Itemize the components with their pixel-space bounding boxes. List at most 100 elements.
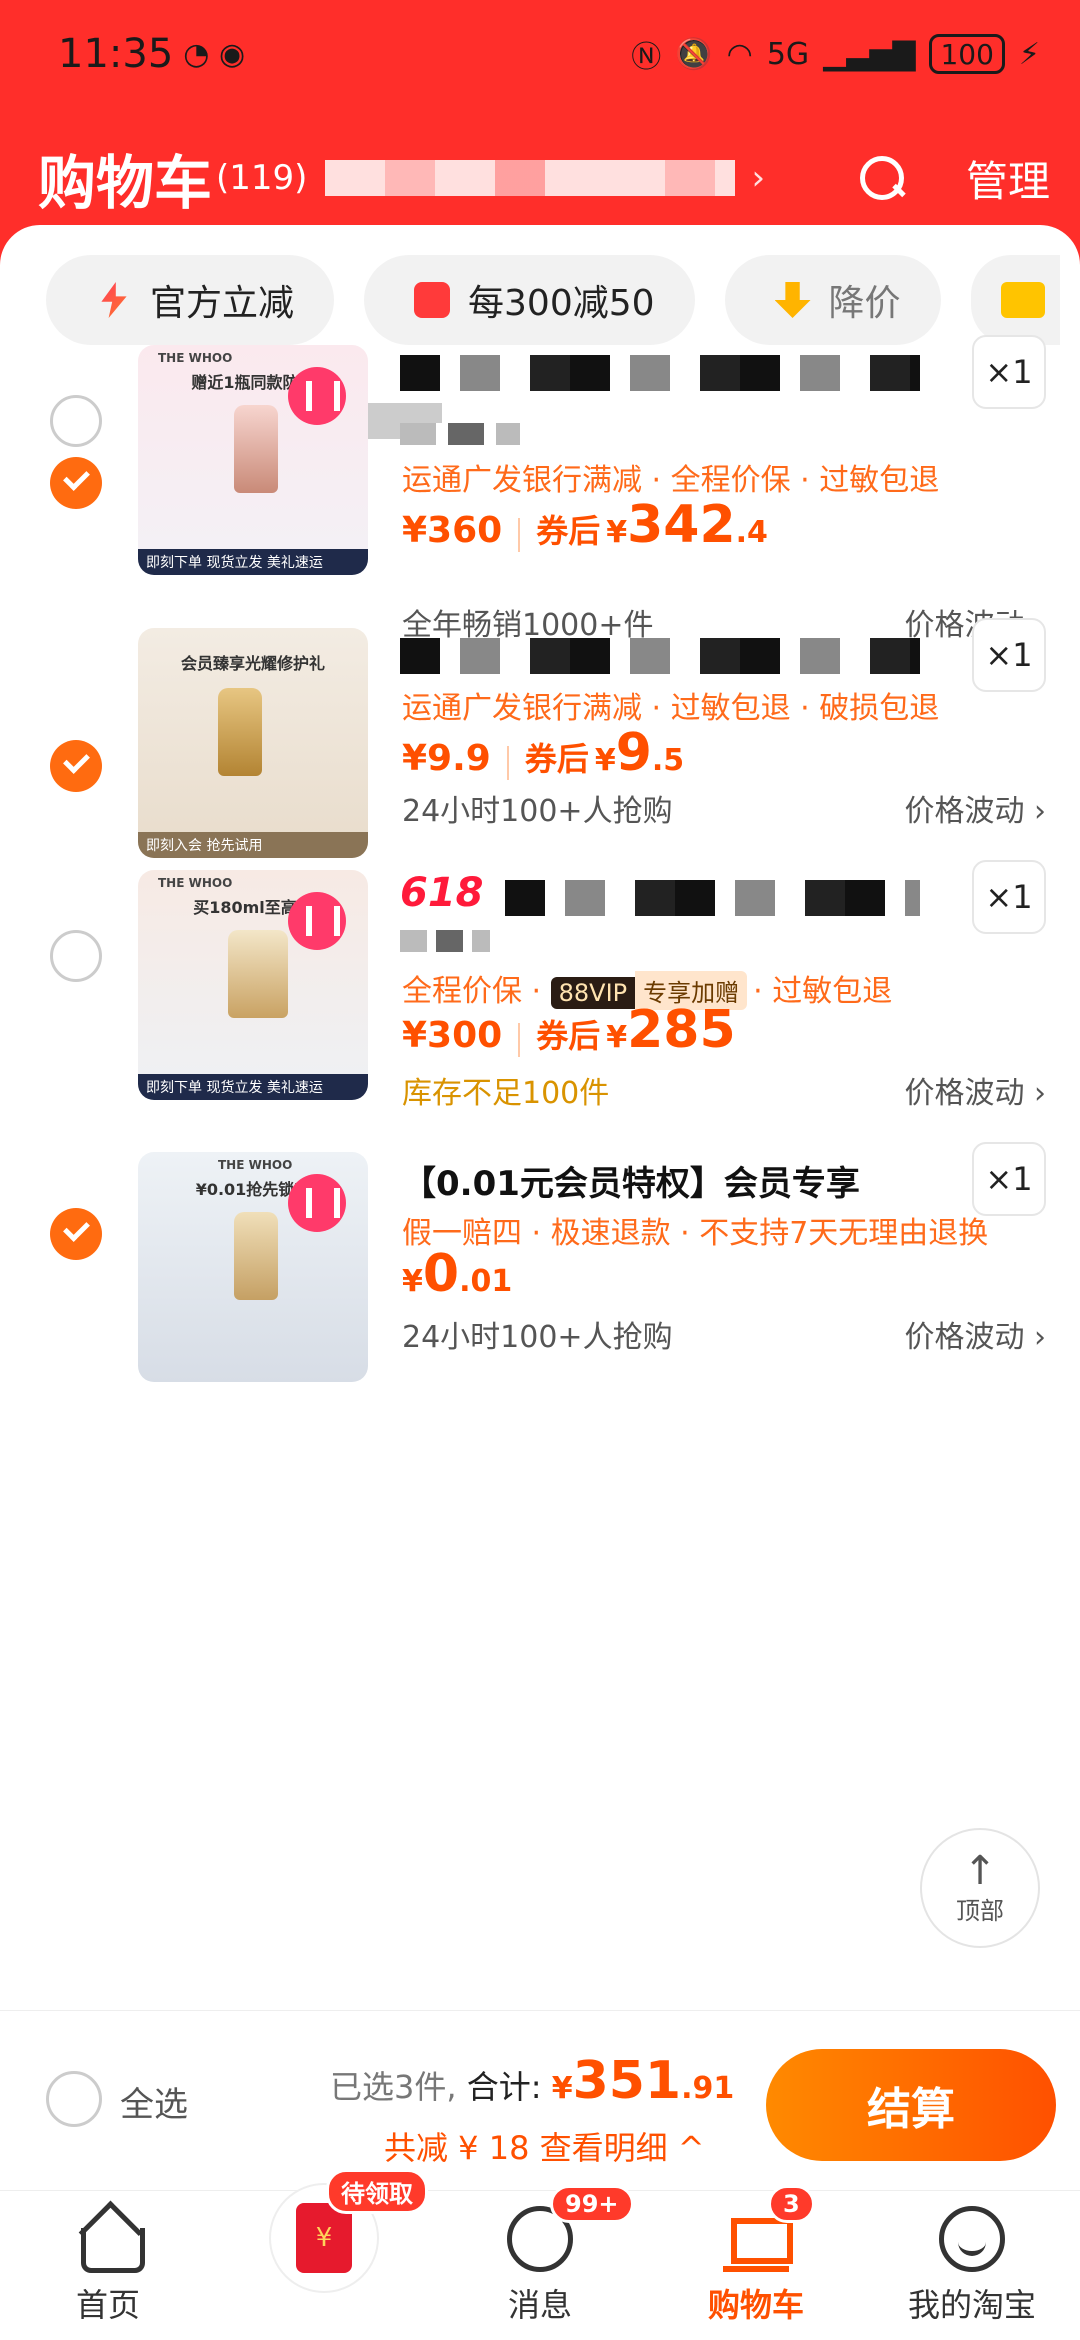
checkout-button[interactable]: 结算 — [766, 2049, 1056, 2161]
chip-label: 降价 — [828, 283, 901, 324]
after-coupon-label: 券后 — [524, 740, 589, 778]
price-fluctuation-link[interactable]: 价格波动 › — [904, 786, 1046, 830]
lightning-icon — [101, 282, 127, 318]
quantity-selector[interactable]: ×1 — [972, 1142, 1046, 1216]
promo-tag-text: · 过敏包退 — [753, 974, 893, 1009]
tab-label: 消息 — [507, 2286, 572, 2324]
charging-icon: ⚡ — [1018, 36, 1040, 72]
price-row: ¥360 券后 ¥ 342 .4 — [402, 495, 768, 575]
discount-detail-link[interactable]: 共减 ¥ 18 查看明细 ^ — [384, 2123, 705, 2169]
quantity-selector[interactable]: ×1 — [972, 860, 1046, 934]
after-price-int: 9 — [615, 723, 652, 783]
thumb-strip: 即刻下单 现货立发 美礼速运 — [138, 1074, 368, 1100]
quantity-selector[interactable]: ×1 — [972, 618, 1046, 692]
live-badge-icon — [288, 892, 346, 950]
selected-count: 已选3件, — [330, 2068, 457, 2106]
tab-my-taobao[interactable]: 我的淘宝 — [864, 2191, 1080, 2340]
status-time: 11:35 — [58, 31, 174, 77]
manage-button[interactable]: 管理 — [966, 148, 1050, 209]
tab-label: 首页 — [75, 2286, 140, 2324]
product-image[interactable]: THE WHOO ¥0.01抢先锁定 — [138, 1152, 368, 1382]
product-sku-redacted[interactable] — [400, 423, 520, 445]
product-name-redacted[interactable] — [505, 880, 920, 916]
618-badge: 618 — [400, 870, 484, 916]
tab-home[interactable]: 首页 — [0, 2191, 216, 2340]
profile-icon — [939, 2206, 1005, 2272]
address-redacted[interactable] — [325, 160, 736, 196]
search-icon[interactable] — [858, 154, 906, 202]
red-packet-badge: 待领取 — [326, 2169, 428, 2214]
address-chevron[interactable]: › — [751, 158, 765, 198]
message-badge: 99+ — [550, 2185, 634, 2223]
item-checkbox[interactable] — [50, 740, 102, 792]
home-icon — [75, 2206, 145, 2273]
tab-label: 购物车 — [707, 2286, 804, 2324]
original-price: ¥360 — [402, 510, 503, 551]
coupon-icon — [414, 282, 451, 318]
sales-info: 24小时100+人抢购 — [402, 1320, 673, 1355]
chip-folder[interactable] — [970, 255, 1060, 345]
product-sku-redacted[interactable] — [400, 930, 490, 952]
chip-label: 每300减50 — [468, 283, 655, 324]
total-dec: .91 — [681, 2071, 735, 2106]
item-checkbox[interactable] — [50, 1208, 102, 1260]
chip-official-discount[interactable]: 官方立减 — [46, 255, 335, 345]
total-int: 351 — [572, 2051, 682, 2111]
tab-cart[interactable]: 3 购物车 — [648, 2185, 864, 2340]
after-price-int: 342 — [627, 495, 736, 555]
checkout-bar: 全选 已选3件, 合计: ¥351.91 共减 ¥ 18 查看明细 ^ 结算 — [0, 2010, 1080, 2190]
nfc-icon: Ⓝ — [631, 40, 662, 75]
select-all-checkbox[interactable] — [46, 2071, 102, 2127]
sales-info: 24小时100+人抢购 — [402, 794, 673, 829]
product-image[interactable]: THE WHOO 买180ml至高享 即刻下单 现货立发 美礼速运 — [138, 870, 368, 1100]
after-price-int: 285 — [627, 1000, 736, 1060]
original-price: ¥9.9 — [402, 738, 491, 779]
wifi-icon: ◠ — [726, 36, 753, 72]
chip-price-drop[interactable]: 降价 — [724, 255, 941, 345]
product-bottle — [218, 688, 262, 776]
price-drop-icon — [774, 282, 811, 318]
chip-coupon[interactable]: 每300减50 — [364, 255, 695, 345]
cart-item-4[interactable]: THE WHOO ¥0.01抢先锁定 【0.01元会员特权】会员专享 ×1 假一… — [0, 1142, 1080, 1532]
title-row: 购物车 (119) › 管理 — [38, 138, 1050, 218]
price-divider — [506, 746, 509, 780]
item-checkbox[interactable] — [50, 930, 102, 982]
tab-messages[interactable]: 99+ 消息 — [432, 2185, 648, 2340]
product-image[interactable]: THE WHOO 赠近1瓶同款防晒 即刻下单 现货立发 美礼速运 — [138, 345, 368, 575]
after-coupon-label: 券后 — [536, 512, 601, 550]
original-price: ¥300 — [402, 1015, 503, 1056]
after-yen: ¥ — [606, 515, 628, 550]
cart-count: (119) — [216, 158, 308, 198]
product-bottle — [234, 1212, 278, 1300]
cart-badge: 3 — [768, 2185, 815, 2223]
price-fluctuation-link[interactable]: 价格波动 › — [904, 1068, 1046, 1112]
back-to-top-button[interactable]: ↑ 顶部 — [920, 1828, 1040, 1948]
folder-icon — [1000, 282, 1045, 318]
live-badge-icon — [288, 367, 346, 425]
battery-icon: 100 — [929, 34, 1005, 74]
product-name[interactable]: 【0.01元会员特权】会员专享 — [402, 1156, 860, 1205]
tab-label: 我的淘宝 — [907, 2286, 1036, 2324]
price-fluctuation-link[interactable]: 价格波动 › — [904, 1312, 1046, 1356]
status-icons-left: ◔ ◉ — [183, 36, 246, 72]
item-checkbox[interactable] — [50, 457, 102, 509]
tab-red-packet[interactable]: ¥ 待领取 — [216, 2169, 432, 2340]
after-price-dec: .4 — [735, 515, 768, 550]
thumb-brand: THE WHOO — [158, 876, 233, 890]
after-coupon-label: 券后 — [536, 1017, 601, 1055]
filter-chips: 官方立减 每300减50 降价 — [46, 255, 1060, 345]
product-name-redacted[interactable] — [400, 638, 920, 674]
bottom-tab-bar: 首页 ¥ 待领取 99+ 消息 3 购物车 我的淘宝 — [0, 2169, 1080, 2340]
product-image[interactable]: 会员臻享光耀修护礼 即刻入会 抢先试用 — [138, 628, 368, 858]
thumb-strip: 即刻下单 现货立发 美礼速运 — [138, 549, 368, 575]
thumb-brand: THE WHOO — [218, 1158, 293, 1172]
arrow-up-icon: ↑ — [963, 1847, 997, 1894]
network-label: 5G — [766, 36, 810, 72]
chip-label: 官方立减 — [150, 283, 295, 324]
quantity-selector[interactable]: ×1 — [972, 335, 1046, 409]
product-name-redacted[interactable] — [400, 355, 920, 391]
select-all-label[interactable]: 全选 — [120, 2077, 188, 2126]
thumb-headline: 会员臻享光耀修护礼 — [180, 654, 325, 673]
status-icons-right: Ⓝ 🔕 ◠ 5G ▁▃▅▇ 100 ⚡ — [631, 32, 1040, 76]
price-yen: ¥ — [402, 1264, 423, 1299]
